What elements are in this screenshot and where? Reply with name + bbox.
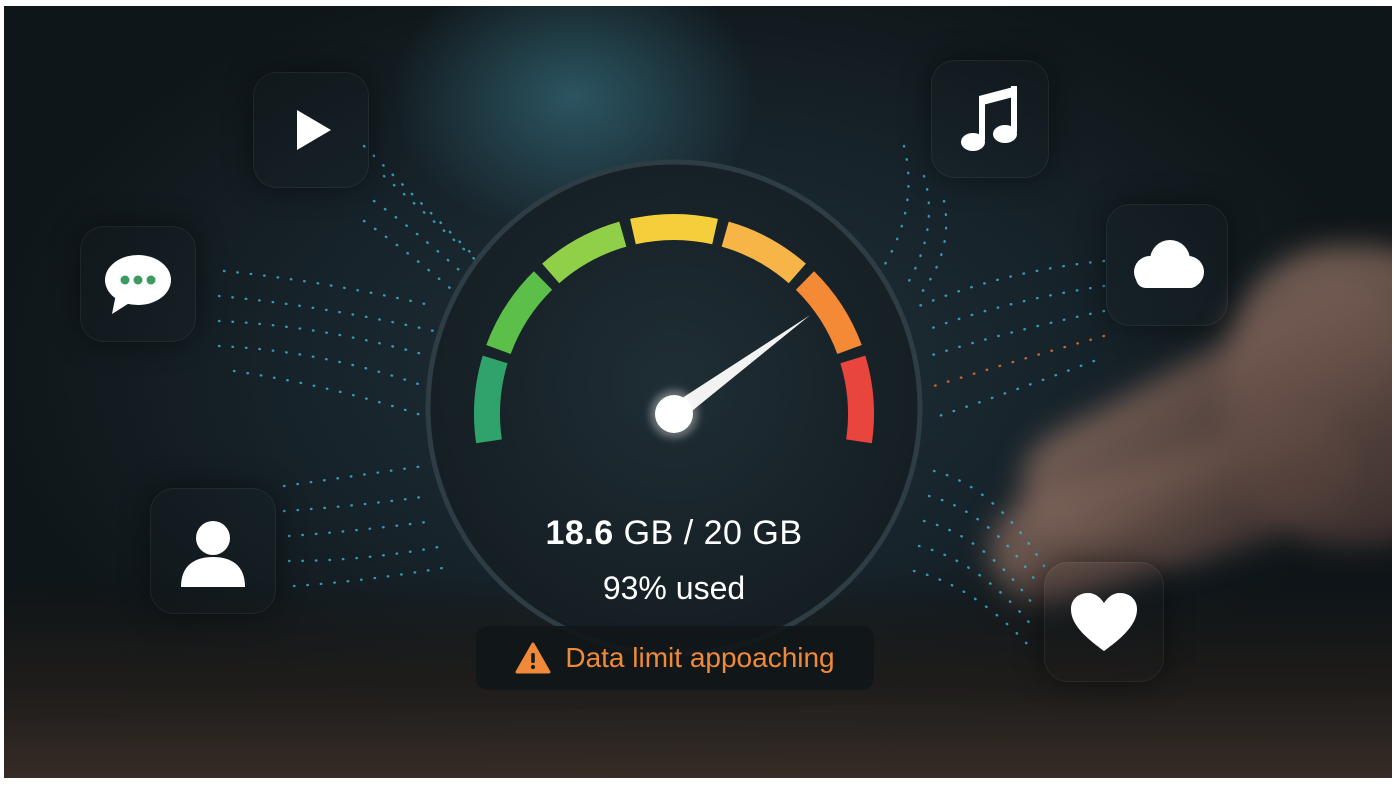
usage-separator: / xyxy=(683,514,694,552)
cloud-app-icon[interactable] xyxy=(1106,204,1228,326)
data-limit-warning: Data limit appoaching xyxy=(476,626,874,690)
favorites-app-icon[interactable] xyxy=(1044,562,1164,682)
music-app-icon[interactable] xyxy=(931,60,1049,178)
warning-triangle-icon xyxy=(515,642,551,674)
chat-bubble-icon xyxy=(105,255,171,314)
music-note-icon xyxy=(961,86,1017,151)
cloud-icon xyxy=(1134,240,1204,288)
gauge-segment xyxy=(630,214,718,245)
used-amount: 18.6 xyxy=(545,514,614,552)
play-icon xyxy=(297,110,331,150)
user-icon xyxy=(181,521,245,587)
needle-hub xyxy=(655,395,693,433)
warning-text: Data limit appoaching xyxy=(565,642,835,673)
heart-icon xyxy=(1071,593,1137,651)
data-limit: 20 GB xyxy=(703,514,803,552)
video-app-icon[interactable] xyxy=(253,72,369,188)
usage-amount: 18.6 GB / 20 GB xyxy=(474,514,874,553)
data-usage-scene: 18.6 GB / 20 GB 93% used Data limit appo… xyxy=(4,6,1392,778)
used-unit: GB xyxy=(623,514,674,552)
usage-percent: 93% used xyxy=(602,570,746,606)
contacts-app-icon[interactable] xyxy=(150,488,276,614)
messages-app-icon[interactable] xyxy=(80,226,196,342)
